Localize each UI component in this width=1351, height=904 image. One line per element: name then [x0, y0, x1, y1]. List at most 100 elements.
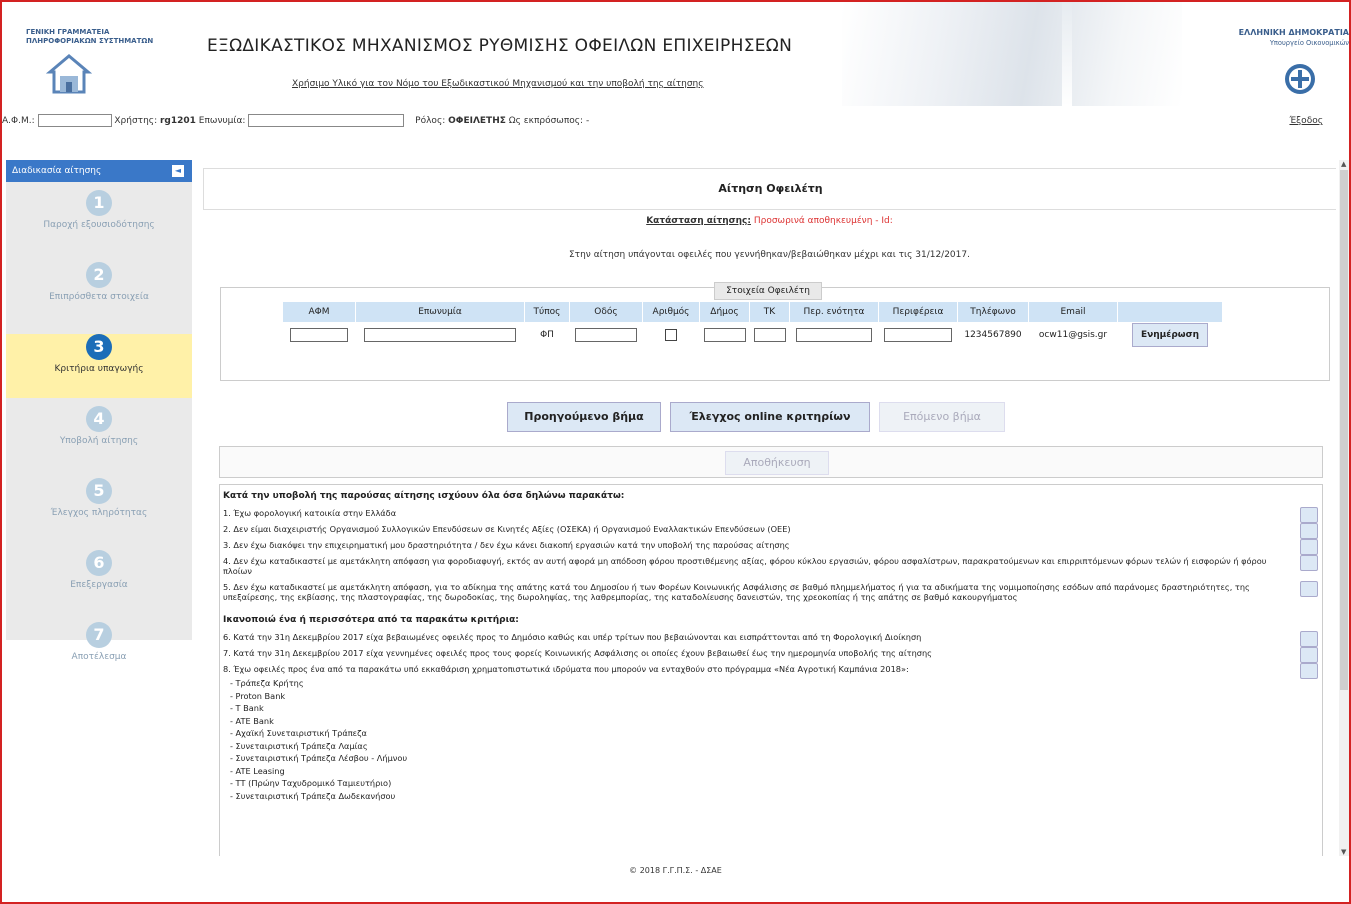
cell-number [643, 322, 700, 348]
list-item: - Συνεταιριστική Τράπεζα Λέσβου - Λήμνου [230, 753, 408, 763]
process-sidebar: Διαδικασία αίτησης ◄ 1 Παροχή εξουσιοδότ… [6, 160, 192, 662]
header-decoration-stripe [1062, 2, 1072, 106]
user-label: Χρήστης: [114, 116, 158, 126]
postal-code-input[interactable] [753, 328, 786, 342]
cell-region [879, 322, 958, 348]
step-label: Παροχή εξουσιοδότησης [43, 220, 155, 230]
street-input[interactable] [575, 328, 637, 342]
list-item: - Συνεταιριστική Τράπεζα Δωδεκανήσου [230, 790, 396, 801]
scroll-down-icon[interactable]: ▼ [1341, 848, 1346, 856]
criterion-text: 6. Κατά την 31η Δεκεμβρίου 2017 είχα βεβ… [223, 632, 922, 642]
list-item: - ΤΤ (Πρώην Ταχυδρομικό Ταμιευτήριο) [230, 778, 392, 788]
col-phone: Τηλέφωνο [957, 302, 1029, 322]
declaration-item: 4. Δεν έχω καταδικαστεί με αμετάκλητη απ… [220, 553, 1322, 579]
sidebar-header: Διαδικασία αίτησης ◄ [6, 160, 192, 182]
header-decoration [842, 2, 1182, 106]
step-7-result[interactable]: 7 Αποτέλεσμα [6, 622, 192, 686]
main-scrollbar[interactable]: ▲ ▼ [1339, 160, 1349, 856]
criterion-item: 8. Έχω οφειλές προς ένα από τα παρακάτω … [220, 661, 1322, 679]
gsis-line1: ΓΕΝΙΚΗ ΓΡΑΜΜΑΤΕΙΑ [26, 28, 110, 36]
declaration-checkbox[interactable] [1300, 581, 1318, 597]
gsis-brand: ΓΕΝΙΚΗ ΓΡΑΜΜΑΤΕΙΑ ΠΛΗΡΟΦΟΡΙΑΚΩΝ ΣΥΣΤΗΜΑΤ… [26, 28, 153, 46]
save-button[interactable]: Αποθήκευση [725, 451, 829, 475]
scrollbar-thumb[interactable] [1340, 170, 1348, 690]
col-regional-unit: Περ. ενότητα [789, 302, 879, 322]
col-municipality: Δήμος [699, 302, 750, 322]
step-number: 1 [86, 190, 112, 216]
application-status: Κατάσταση αίτησης: Προσωρινά αποθηκευμέν… [203, 216, 1336, 226]
list-item: - ATE Leasing [230, 765, 285, 776]
footer-copyright: © 2018 Γ.Γ.Π.Σ. - ΔΣΑΕ [629, 866, 722, 875]
list-item: - T Bank [230, 703, 264, 713]
step-5-completeness[interactable]: 5 Έλεγχος πληρότητας [6, 478, 192, 542]
afm-value-box [37, 114, 112, 127]
page-title: ΕΞΩΔΙΚΑΣΤΙΚΟΣ ΜΗΧΑΝΙΣΜΟΣ ΡΥΘΜΙΣΗΣ ΟΦΕΙΛΩ… [207, 36, 793, 56]
table-header-row: ΑΦΜ Επωνυμία Τύπος Οδός Αριθμός Δήμος ΤΚ… [283, 302, 1223, 322]
cell-email: ocw11@gsis.gr [1038, 330, 1108, 340]
afm-input[interactable] [290, 328, 349, 342]
cell-municipality [700, 322, 750, 348]
main-content: Αίτηση Οφειλέτη Κατάσταση αίτησης: Προσω… [203, 160, 1336, 856]
declarations-header-1: Κατά την υποβολή της παρούσας αίτησης ισ… [223, 491, 625, 501]
gov-line1: ΕΛΛΗΝΙΚΗ ΔΗΜΟΚΡΑΤΙΑ [1238, 28, 1349, 37]
help-material-link[interactable]: Χρήσιμο Υλικό για τον Νόμο του Εξωδικαστ… [292, 79, 704, 89]
step-1-authorization[interactable]: 1 Παροχή εξουσιοδότησης [6, 190, 192, 254]
name-input[interactable] [364, 328, 516, 342]
cell-postal-code [750, 322, 790, 348]
step-2-additional-info[interactable]: 2 Επιπρόσθετα στοιχεία [6, 262, 192, 326]
logout-link[interactable]: Έξοδος [1289, 116, 1323, 126]
cell-afm [283, 322, 356, 348]
name-label: Επωνυμία: [198, 116, 246, 126]
name-value-box [248, 114, 405, 127]
gsis-line2: ΠΛΗΡΟΦΟΡΙΑΚΩΝ ΣΥΣΤΗΜΑΤΩΝ [26, 37, 154, 45]
cell-action: Ενημέρωση [1118, 322, 1223, 348]
step-label: Έλεγχος πληρότητας [50, 508, 148, 518]
criterion-checkbox[interactable] [1300, 663, 1318, 679]
col-type: Τύπος [524, 302, 570, 322]
municipality-input[interactable] [703, 328, 746, 342]
user-value: rg1201 [159, 116, 196, 126]
save-bar: Αποθήκευση [219, 446, 1323, 478]
step-3-criteria[interactable]: 3 Κριτήρια υπαγωγής [6, 334, 192, 398]
declaration-checkbox[interactable] [1300, 555, 1318, 571]
step-4-submission[interactable]: 4 Υποβολή αίτησης [6, 406, 192, 470]
list-item: - Proton Bank [230, 690, 286, 701]
criterion-text: 7. Κατά την 31η Δεκεμβρίου 2017 είχα γεν… [223, 648, 932, 658]
debtor-table: ΑΦΜ Επωνυμία Τύπος Οδός Αριθμός Δήμος ΤΚ… [283, 302, 1223, 348]
criterion-text: 8. Έχω οφειλές προς ένα από τα παρακάτω … [223, 664, 909, 674]
declarations-panel: Κατά την υποβολή της παρούσας αίτησης ισ… [219, 484, 1323, 856]
afm-label: Α.Φ.Μ.: [2, 116, 35, 126]
status-label: Κατάσταση αίτησης: [646, 216, 751, 226]
collapse-sidebar-icon[interactable]: ◄ [172, 165, 184, 177]
step-label: Επιπρόσθετα στοιχεία [49, 292, 149, 302]
cell-regional-unit [790, 322, 879, 348]
col-action [1117, 302, 1223, 322]
online-criteria-check-button[interactable]: Έλεγχος online κριτηρίων [670, 402, 870, 432]
step-number: 3 [86, 334, 112, 360]
previous-step-button[interactable]: Προηγούμενο βήμα [507, 402, 661, 432]
update-button[interactable]: Ενημέρωση [1132, 323, 1208, 347]
step-6-processing[interactable]: 6 Επεξεργασία [6, 550, 192, 614]
col-afm: ΑΦΜ [283, 302, 356, 322]
declaration-text: 4. Δεν έχω καταδικαστεί με αμετάκλητη απ… [223, 556, 1267, 576]
panel-title: Αίτηση Οφειλέτη [203, 168, 1336, 210]
scroll-up-icon[interactable]: ▲ [1341, 160, 1346, 168]
list-item: - Αχαϊκή Συνεταιριστική Τράπεζα [230, 728, 367, 738]
col-street: Οδός [569, 302, 643, 322]
col-number: Αριθμός [642, 302, 700, 322]
declaration-item: 1. Έχω φορολογική κατοικία στην Ελλάδα [220, 505, 1322, 523]
ministry-brand: ΕΛΛΗΝΙΚΗ ΔΗΜΟΚΡΑΤΙΑ Υπουργείο Οικονομικώ… [1239, 28, 1349, 48]
regional-unit-input[interactable] [796, 328, 872, 342]
debtor-legend: Στοιχεία Οφειλέτη [714, 282, 822, 300]
table-row: ΦΠ 1234567890 ocw11@gsis.gr Ενημέρωση [283, 322, 1223, 348]
region-input[interactable] [884, 328, 952, 342]
bank-list: - Τράπεζα Κρήτης - Proton Bank - T Bank … [220, 677, 1322, 802]
declaration-text: 1. Έχω φορολογική κατοικία στην Ελλάδα [223, 508, 397, 518]
col-name: Επωνυμία [355, 302, 525, 322]
period-text: Στην αίτηση υπάγονται οφειλές που γεννήθ… [569, 250, 970, 260]
number-checkbox[interactable] [665, 329, 677, 341]
next-step-button[interactable]: Επόμενο βήμα [879, 402, 1005, 432]
step-label: Αποτέλεσμα [71, 652, 127, 662]
declaration-item: 5. Δεν έχω καταδικαστεί με αμετάκλητη απ… [220, 579, 1322, 605]
criterion-item: 6. Κατά την 31η Δεκεμβρίου 2017 είχα βεβ… [220, 629, 1322, 647]
